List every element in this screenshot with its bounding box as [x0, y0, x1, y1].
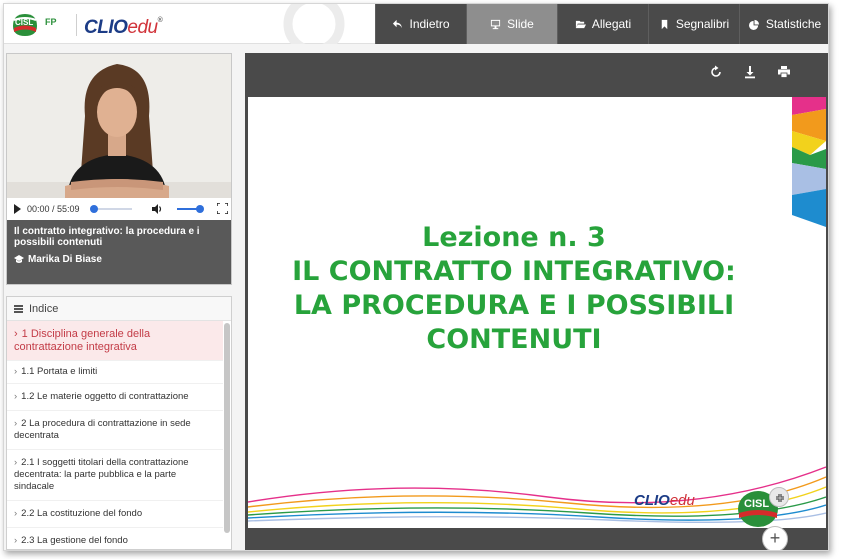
index-item-label: 2.2 La costituzione del fondo — [21, 508, 143, 519]
bookmarks-button-label: Segnalibri — [675, 17, 730, 31]
slide-title-line-3: LA PROCEDURA E I POSSIBILI — [293, 290, 735, 321]
svg-text:FP: FP — [45, 17, 57, 27]
arrow-back-icon — [393, 19, 403, 28]
back-button[interactable]: Indietro — [375, 4, 466, 44]
index-header: Indice — [7, 297, 231, 321]
index-item-label: 2.1 I soggetti titolari della contrattaz… — [14, 457, 189, 492]
index-item-2-1[interactable]: › 2.1 I soggetti titolari della contratta… — [7, 450, 223, 501]
folder-icon — [575, 20, 586, 28]
graduation-cap-icon — [14, 255, 24, 263]
video-time: 00:00 / 55:09 — [27, 204, 80, 214]
index-item-label: 1 Disciplina generale della contrattazio… — [14, 328, 151, 353]
pie-chart-icon — [748, 19, 759, 30]
collapse-icon — [776, 494, 784, 502]
attachments-button[interactable]: Allegati — [557, 4, 648, 44]
slide-title-line-1: Lezione n. 3 — [422, 222, 606, 253]
back-button-label: Indietro — [409, 17, 450, 31]
slide-viewer: Lezione n. 3 IL CONTRATTO INTEGRATIVO: L… — [245, 53, 828, 550]
slide-canvas: Lezione n. 3 IL CONTRATTO INTEGRATIVO: L… — [248, 97, 826, 528]
chevron-right-icon: › — [14, 366, 18, 377]
chevron-right-icon: › — [14, 391, 18, 402]
index-item-2[interactable]: › 2 La procedura di contrattazione in sed… — [7, 411, 223, 450]
cisl-fp-logo: CISL FP — [13, 14, 57, 36]
bookmark-icon — [661, 19, 668, 29]
chevron-right-icon: › — [14, 418, 18, 429]
bookmarks-button[interactable]: Segnalibri — [648, 4, 739, 44]
index-item-label: 1.1 Portata e limiti — [21, 366, 98, 377]
zoom-in-button[interactable]: + — [762, 526, 788, 550]
slide-corner-decoration — [792, 97, 826, 227]
lesson-title: Il contratto integrativo: la procedura e… — [14, 226, 200, 248]
app-frame: CISL FP CLIOEDU® Indietro Slide Allegati — [3, 3, 829, 551]
slide-title-line-4: CONTENUTI — [426, 324, 602, 355]
collapse-button[interactable] — [769, 487, 789, 507]
chevron-right-icon: › — [14, 508, 18, 519]
slide-clioedu-logo: CLIOEDU — [634, 492, 695, 509]
menu-icon — [14, 304, 23, 313]
seek-bar[interactable] — [92, 208, 132, 210]
chevron-right-icon: › — [14, 535, 18, 546]
chevron-right-icon: › — [14, 328, 18, 340]
statistics-button[interactable]: Statistiche — [739, 4, 828, 44]
index-item-1[interactable]: › 1 Disciplina generale della contrattazi… — [7, 321, 223, 361]
presenter-video-frame — [7, 54, 231, 198]
svg-text:CISL: CISL — [15, 18, 33, 27]
author-name: Marika Di Biase — [28, 254, 102, 265]
volume-icon[interactable] — [151, 203, 163, 215]
index-list: › 1 Disciplina generale della contrattazi… — [7, 321, 223, 549]
index-item-label: 2 La procedura di contrattazione in sede… — [14, 418, 191, 441]
video-controls: 00:00 / 55:09 — [7, 198, 231, 220]
slide-toolbar — [245, 53, 828, 91]
index-item-label: 1.2 Le materie oggetto di contrattazione — [21, 391, 189, 402]
index-title: Indice — [29, 302, 59, 315]
slide-button[interactable]: Slide — [466, 4, 557, 44]
top-nav: Indietro Slide Allegati Segnalibri Stati… — [375, 4, 828, 44]
header-decoration — [283, 4, 345, 44]
index-item-2-2[interactable]: › 2.2 La costituzione del fondo — [7, 501, 223, 528]
clioedu-logo: CLIOEDU® — [84, 17, 163, 38]
video-player[interactable] — [7, 54, 231, 198]
fullscreen-icon[interactable] — [217, 203, 228, 214]
header: CISL FP CLIOEDU® Indietro Slide Allegati — [4, 4, 828, 44]
attachments-button-label: Allegati — [591, 17, 632, 31]
slide-title: Lezione n. 3 IL CONTRATTO INTEGRATIVO: L… — [248, 221, 780, 357]
index-panel: Indice › 1 Disciplina generale della cont… — [6, 296, 232, 550]
statistics-button-label: Statistiche — [765, 17, 822, 31]
slide-button-label: Slide — [507, 17, 534, 31]
refresh-icon[interactable] — [709, 65, 723, 79]
monitor-icon — [491, 19, 501, 29]
index-scrollbar[interactable] — [224, 323, 230, 533]
download-icon[interactable] — [743, 65, 757, 79]
logo-separator — [76, 14, 77, 36]
video-panel: 00:00 / 55:09 Il contratto integrativo: … — [6, 53, 232, 285]
lesson-author: Marika Di Biase — [14, 254, 102, 265]
index-item-1-1[interactable]: › 1.1 Portata e limiti — [7, 361, 223, 384]
chevron-right-icon: › — [14, 457, 18, 468]
play-icon[interactable] — [14, 204, 21, 214]
print-icon[interactable] — [777, 65, 791, 79]
index-item-label: 2.3 La gestione del fondo — [21, 535, 128, 546]
volume-handle[interactable] — [196, 205, 204, 213]
svg-text:CISL: CISL — [744, 498, 769, 510]
seek-handle[interactable] — [90, 205, 98, 213]
index-item-1-2[interactable]: › 1.2 Le materie oggetto di contrattazion… — [7, 384, 223, 411]
index-item-2-3[interactable]: › 2.3 La gestione del fondo — [7, 528, 223, 549]
slide-title-line-2: IL CONTRATTO INTEGRATIVO: — [292, 256, 736, 287]
